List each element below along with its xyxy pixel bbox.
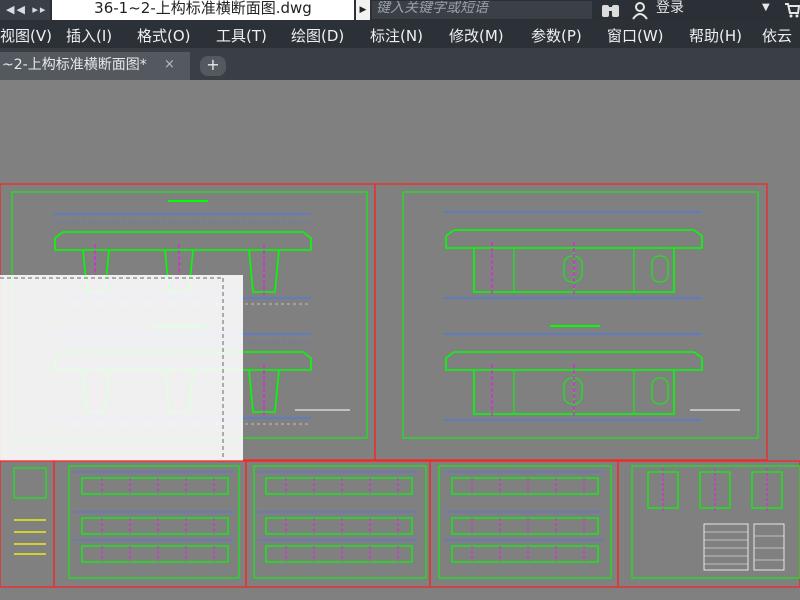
menu-dimension[interactable]: 标注(N)	[370, 25, 423, 46]
search-input[interactable]: 键入关键字或短语	[372, 1, 592, 19]
sheet-elevation-1	[53, 460, 247, 588]
selection-window[interactable]	[0, 275, 243, 461]
tab-drawing[interactable]: ~2-上构标准横断面图* ×	[0, 52, 190, 80]
menu-view[interactable]: 视图(V)	[0, 25, 52, 46]
menu-insert[interactable]: 插入(I)	[66, 25, 112, 46]
menu-format[interactable]: 格式(O)	[137, 25, 191, 46]
sheet-elevation-2	[245, 460, 431, 588]
cart-icon[interactable]	[784, 0, 800, 20]
title-bar: ◀◀ ▸▸ 36-1~2-上构标准横断面图.dwg ▶ 键入关键字或短语 登录 …	[0, 0, 800, 20]
close-icon[interactable]: ×	[164, 52, 175, 78]
sheet-elevation-3	[429, 460, 619, 588]
user-icon[interactable]	[630, 0, 650, 20]
drawing-canvas[interactable]	[0, 80, 800, 600]
tab-drawing-label: ~2-上构标准横断面图*	[2, 57, 147, 73]
sheet-details	[617, 460, 800, 588]
file-name-title: 36-1~2-上构标准横断面图.dwg	[52, 0, 354, 20]
menu-modify[interactable]: 修改(M)	[449, 25, 504, 46]
menu-tools[interactable]: 工具(T)	[216, 25, 267, 46]
user-area: 登录 ▼	[600, 0, 780, 20]
menu-bar: 视图(V) 插入(I) 格式(O) 工具(T) 绘图(D) 标注(N) 修改(M…	[0, 20, 800, 48]
menu-parameters[interactable]: 参数(P)	[531, 25, 582, 46]
document-tab-bar: ~2-上构标准横断面图* × +	[0, 48, 800, 80]
menu-help[interactable]: 帮助(H)	[689, 25, 742, 46]
menu-draw[interactable]: 绘图(D)	[291, 25, 344, 46]
sheet-top-right	[374, 183, 768, 461]
menu-yiyun[interactable]: 依云	[762, 25, 792, 46]
sheet-bottom-left-partial	[0, 460, 55, 588]
binoculars-icon[interactable]	[600, 0, 622, 20]
nav-arrows-button[interactable]: ◀◀ ▸▸	[0, 0, 50, 20]
search-expand-icon[interactable]: ▶	[356, 0, 370, 20]
menu-window[interactable]: 窗口(W)	[607, 25, 664, 46]
chevron-down-icon[interactable]: ▼	[762, 0, 770, 16]
new-tab-button[interactable]: +	[200, 56, 226, 76]
login-button[interactable]: 登录	[656, 0, 684, 16]
